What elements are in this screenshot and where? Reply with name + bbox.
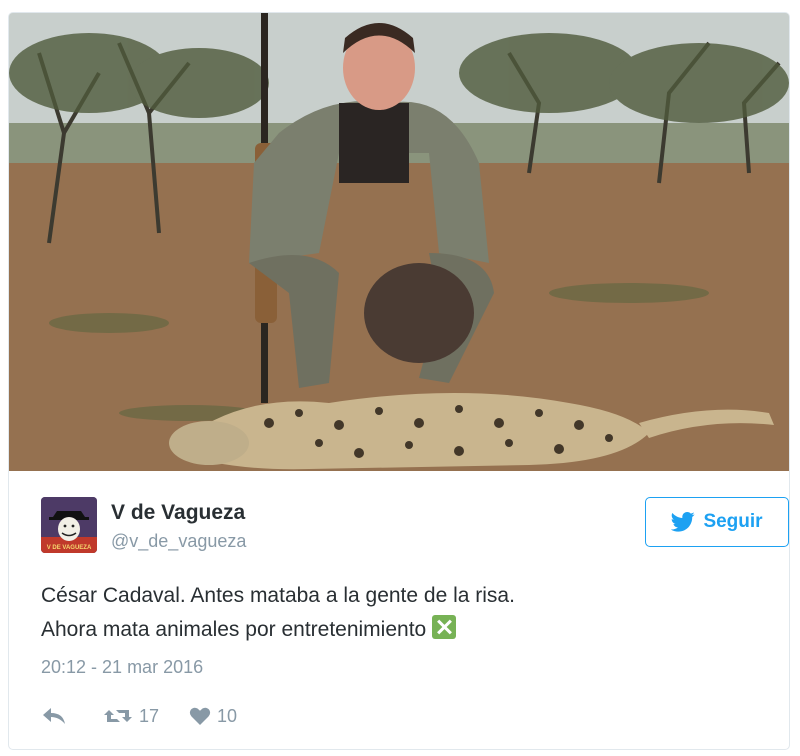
- retweet-count: 17: [139, 705, 160, 726]
- reply-button[interactable]: [41, 706, 67, 726]
- reply-arrow-icon: [43, 708, 65, 724]
- tweet-text-line-2: Ahora mata animales por entretenimiento: [41, 618, 427, 641]
- cross-mark-button-icon: [432, 615, 457, 639]
- retweet-icon: [104, 710, 132, 722]
- tweet-text-line-2-wrap: Ahora mata animales por entretenimiento: [41, 613, 757, 647]
- author-handle[interactable]: @v_de_vagueza: [111, 531, 246, 552]
- timestamp[interactable]: 20:12 - 21 mar 2016: [41, 657, 203, 678]
- tweet-text-line-1: César Cadaval. Antes mataba a la gente d…: [41, 584, 515, 607]
- tweet-actions: 17 10: [41, 701, 237, 731]
- heart-icon: [189, 707, 211, 725]
- tweet-text: César Cadaval. Antes mataba a la gente d…: [41, 579, 757, 647]
- v-mask-avatar-icon: V DE VAGUEZA: [41, 497, 97, 553]
- like-count: 10: [217, 705, 238, 726]
- like-button[interactable]: 10: [189, 706, 237, 727]
- avatar-caption: V DE VAGUEZA: [47, 545, 92, 551]
- photo-illustration: [9, 13, 789, 471]
- tweet-card: V DE VAGUEZA V de Vagueza @v_de_vagueza …: [8, 12, 790, 750]
- avatar[interactable]: V DE VAGUEZA: [41, 497, 97, 553]
- tweet-photo[interactable]: [9, 13, 789, 471]
- retweet-button[interactable]: 17: [103, 706, 159, 727]
- follow-label: Seguir: [703, 511, 763, 532]
- follow-button[interactable]: Seguir: [645, 497, 789, 547]
- author-name[interactable]: V de Vagueza: [111, 501, 245, 525]
- tweet-header: V DE VAGUEZA V de Vagueza @v_de_vagueza …: [41, 497, 789, 557]
- twitter-bird-icon: [671, 512, 696, 532]
